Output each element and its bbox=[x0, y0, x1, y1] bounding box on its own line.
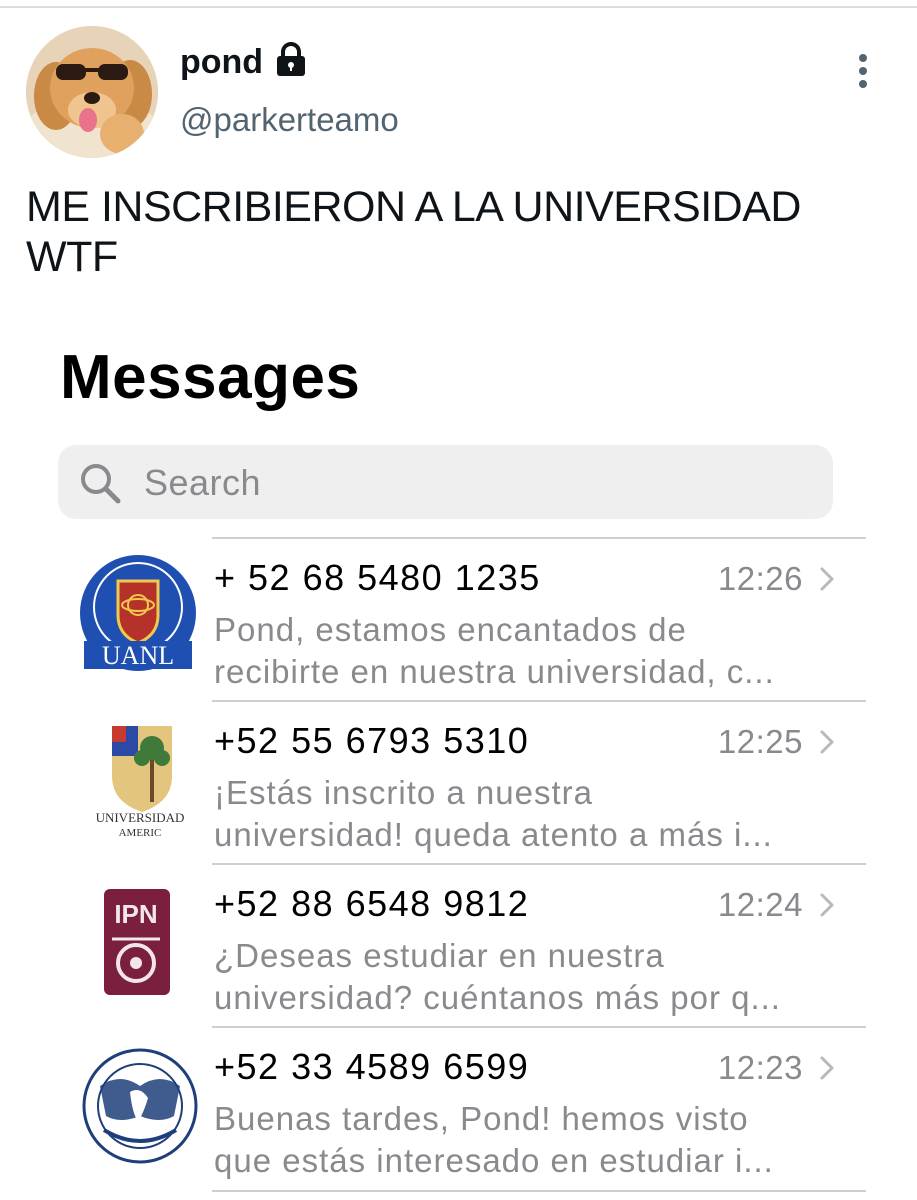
search-icon bbox=[81, 464, 121, 504]
lock-icon bbox=[277, 42, 305, 76]
preview-line-1: Buenas tardes, Pond! hemos visto bbox=[214, 1100, 749, 1137]
preview-line-2: recibirte en nuestra universidad, c... bbox=[214, 653, 775, 690]
sender-number: +52 55 6793 5310 bbox=[214, 720, 530, 761]
message-time: 12:23 bbox=[717, 1049, 803, 1086]
puppy-avatar-icon bbox=[26, 26, 158, 158]
messages-title: Messages bbox=[60, 343, 361, 412]
tweet-text-line-1: ME INSCRIBIERON A LA UNIVERSIDAD bbox=[26, 183, 801, 231]
more-vertical-icon[interactable] bbox=[848, 50, 878, 94]
ipn-logo: IPN bbox=[104, 889, 170, 995]
row-divider bbox=[212, 1026, 866, 1028]
chevron-right-icon bbox=[820, 567, 834, 591]
sender-number: +52 33 4589 6599 bbox=[214, 1046, 530, 1087]
unam-seal-logo bbox=[82, 1048, 198, 1164]
uanl-logo-text: UANL bbox=[102, 641, 174, 670]
ipn-logo-text: IPN bbox=[114, 899, 157, 929]
search-bar[interactable]: Search bbox=[58, 445, 833, 519]
tweet-text: ME INSCRIBIERON A LA UNIVERSIDAD WTF bbox=[26, 182, 886, 282]
row-divider bbox=[212, 700, 866, 702]
preview-line-2: universidad? cuéntanos más por q... bbox=[214, 979, 781, 1016]
conversation-row[interactable]: UANL + 52 68 5480 1235 12:26 Pond, estam… bbox=[0, 537, 917, 700]
preview-line-2: que estás interesado en estudiar i... bbox=[214, 1142, 774, 1179]
message-preview: Pond, estamos encantados de recibirte en… bbox=[214, 609, 844, 693]
row-divider bbox=[212, 537, 866, 539]
conversation-row[interactable]: +52 33 4589 6599 12:23 Buenas tardes, Po… bbox=[0, 1026, 917, 1189]
preview-line-1: Pond, estamos encantados de bbox=[214, 611, 687, 648]
message-preview: Buenas tardes, Pond! hemos visto que est… bbox=[214, 1098, 844, 1182]
univ-logo-text-1: UNIVERSIDAD bbox=[96, 810, 185, 825]
uanl-seal-logo: UANL bbox=[80, 555, 196, 671]
display-name[interactable]: pond bbox=[180, 42, 263, 82]
preview-line-1: ¡Estás inscrito a nuestra bbox=[214, 774, 593, 811]
preview-line-1: ¿Deseas estudiar en nuestra bbox=[214, 937, 665, 974]
message-time: 12:24 bbox=[717, 886, 803, 923]
chevron-right-icon bbox=[820, 730, 834, 754]
sender-number: +52 88 6548 9812 bbox=[214, 883, 530, 924]
tweet-text-line-2: WTF bbox=[26, 233, 118, 281]
row-divider bbox=[212, 863, 866, 865]
avatar[interactable] bbox=[26, 26, 158, 158]
row-divider bbox=[212, 1190, 866, 1192]
universidad-americana-shield-logo: UNIVERSIDAD AMERIC bbox=[96, 726, 185, 838]
user-handle[interactable]: @parkerteamo bbox=[180, 100, 399, 140]
top-divider bbox=[0, 6, 917, 8]
chevron-right-icon bbox=[820, 1056, 834, 1080]
message-preview: ¿Deseas estudiar en nuestra universidad?… bbox=[214, 935, 844, 1019]
message-time: 12:25 bbox=[717, 723, 803, 760]
conversation-row[interactable]: IPN +52 88 6548 9812 12:24 ¿Deseas estud… bbox=[0, 863, 917, 1026]
search-placeholder: Search bbox=[144, 462, 262, 503]
message-preview: ¡Estás inscrito a nuestra universidad! q… bbox=[214, 772, 844, 856]
chevron-right-icon bbox=[820, 893, 834, 917]
sender-number: + 52 68 5480 1235 bbox=[214, 557, 541, 598]
univ-logo-text-2: AMERIC bbox=[119, 827, 162, 838]
message-time: 12:26 bbox=[717, 560, 803, 597]
conversation-row[interactable]: UNIVERSIDAD AMERIC +52 55 6793 5310 12:2… bbox=[0, 700, 917, 863]
preview-line-2: universidad! queda atento a más i... bbox=[214, 816, 773, 853]
